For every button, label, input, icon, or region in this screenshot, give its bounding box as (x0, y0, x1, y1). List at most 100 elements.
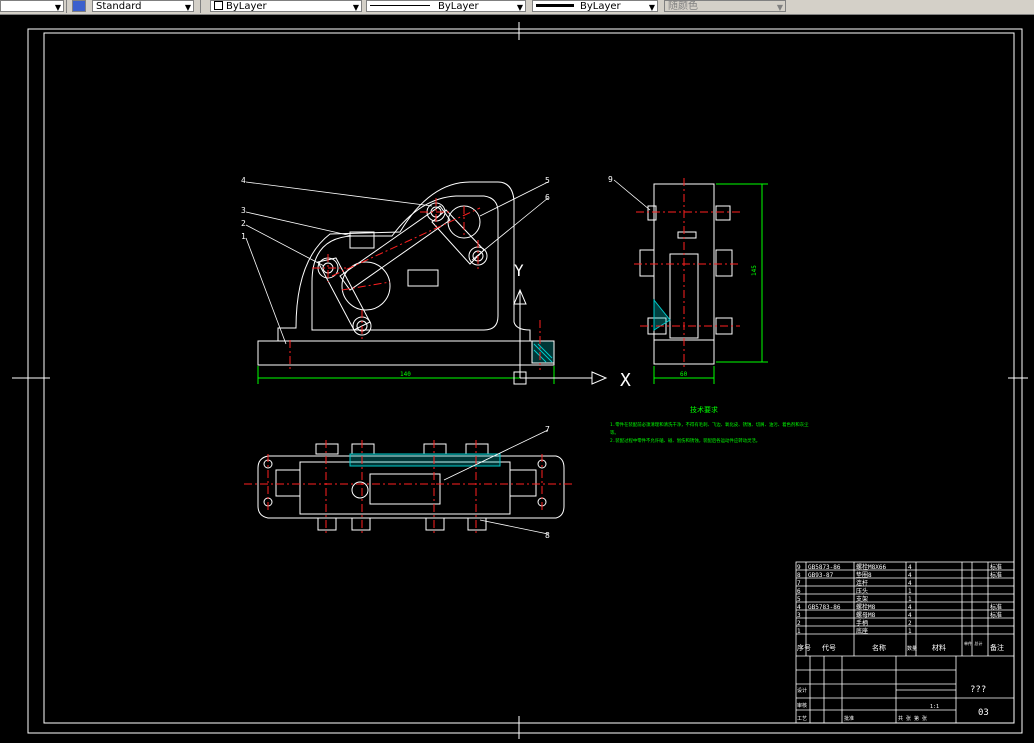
callout-4: 4 (241, 176, 246, 185)
label-process: 工艺 (797, 716, 807, 722)
bom-cell-name: 压头 (856, 587, 868, 595)
bom-cell-no: 2 (797, 620, 801, 627)
dimension-height-value: 145 (751, 265, 758, 276)
label-approve: 批准 (844, 715, 854, 722)
layer-color-select[interactable]: ByLayer ▼ (210, 0, 362, 12)
label-sheet: 共 张 第 张 (898, 715, 927, 722)
linetype-sample-icon (370, 5, 430, 6)
bom-cell-name: 垫圈8 (856, 571, 872, 579)
bom-cell-no: 5 (797, 596, 801, 603)
drawing-canvas[interactable]: 4 3 2 1 5 6 140 X Y 60 145 9 7 8 技术要求 1.… (0, 14, 1034, 739)
lineweight-select[interactable]: ByLayer ▼ (532, 0, 658, 12)
side-view (639, 183, 733, 365)
bom-cell-code: GB5783-86 (808, 604, 841, 611)
bom-cell-note: 标准 (990, 603, 1002, 611)
toolbar-separator (200, 0, 201, 13)
bom-cell-note: 标准 (990, 611, 1002, 619)
callout-5: 5 (545, 176, 550, 185)
bom-cell-code: GB5873-86 (808, 564, 841, 571)
side-view-centerlines (634, 178, 740, 370)
properties-toolbar: ▼ Standard ▼ ByLayer ▼ ByLayer ▼ ByLayer ▼ 随… (0, 0, 1034, 15)
bom-cell-no: 6 (797, 588, 801, 595)
bom-cell-qty: 1 (908, 588, 912, 595)
callout-3: 3 (241, 206, 246, 215)
bom-header-name: 名称 (872, 643, 886, 652)
title-block-labels: 设计 审核 工艺 批准 共 张 第 张 1:1 (797, 687, 939, 722)
bom-cell-qty: 4 (908, 572, 912, 579)
label-review: 审核 (797, 702, 807, 709)
linetype-select[interactable]: ByLayer ▼ (366, 0, 526, 12)
chevron-down-icon: ▼ (352, 3, 359, 12)
bom-cell-name: 螺栓M8 (856, 603, 876, 611)
lineweight-value: ByLayer (580, 1, 621, 12)
drawing-scale: 1:1 (930, 704, 939, 710)
chevron-down-icon: ▼ (54, 3, 61, 12)
bom-cell-no: 7 (797, 580, 801, 587)
color-swatch-icon (214, 1, 223, 10)
callout-6: 6 (545, 193, 550, 202)
bom-cell-no: 3 (797, 612, 801, 619)
toolbar-prev-dropdown[interactable]: ▼ (0, 0, 64, 12)
leader-9 (613, 179, 651, 211)
chevron-down-icon: ▼ (516, 3, 523, 12)
label-design: 设计 (797, 687, 807, 694)
linetype-value: ByLayer (438, 1, 479, 12)
text-style-value: Standard (96, 1, 142, 12)
bom-cell-qty: 1 (908, 628, 912, 635)
callout-9: 9 (608, 175, 613, 184)
callout-7: 7 (545, 425, 550, 434)
bom-header-note: 备注 (990, 643, 1004, 652)
plotstyle-value: 随颜色 (668, 1, 698, 12)
bom-header-qty: 数量 (907, 645, 917, 652)
ucs-y-label: Y (514, 261, 524, 280)
front-view (257, 181, 555, 366)
bom-header-no: 序号 (797, 643, 811, 652)
bom-cell-qty: 4 (908, 580, 912, 587)
chevron-down-icon: ▼ (648, 3, 655, 12)
tech-requirement-1: 1.零件在装配前必须清理和清洗干净，不得有毛刺、飞边、氧化皮、锈蚀、切屑、油污、… (610, 421, 809, 428)
bom-cell-note: 标准 (990, 571, 1002, 579)
drawing-number: 03 (978, 708, 989, 718)
chevron-down-icon: ▼ (184, 3, 191, 12)
text-style-icon[interactable] (72, 0, 86, 12)
bom-cell-name: 连杆 (856, 579, 868, 587)
bom-cell-name: 螺母M8 (856, 611, 876, 619)
lineweight-sample-icon (536, 4, 574, 7)
ucs-icon (513, 288, 608, 385)
layer-color-value: ByLayer (226, 1, 267, 12)
toolbar-separator (66, 0, 67, 13)
drawing-title: ??? (970, 685, 986, 695)
tech-requirement-2: 2.装配过程中零件不允许磕、碰、划伤和锈蚀，装配后各运动件应转动灵活。 (610, 437, 760, 444)
bom-header: 序号 代号 名称 数量 材料 单件 总计 备注 (797, 640, 1004, 652)
text-style-select[interactable]: Standard ▼ (92, 0, 194, 12)
bom-cell-no: 1 (797, 628, 801, 635)
bom-cell-name: 手柄 (856, 619, 868, 627)
top-view (257, 443, 565, 531)
plotstyle-select[interactable]: 随颜色 ▼ (664, 0, 786, 12)
bom-cell-no: 4 (797, 604, 801, 611)
bom-cell-name: 底座 (856, 627, 868, 635)
outer-frame (27, 28, 1023, 734)
bom-cell-code: GB93-87 (808, 572, 834, 579)
ucs-x-label: X (620, 370, 631, 391)
bom-cell-qty: 4 (908, 564, 912, 571)
bom-rows: 9 GB5873-86 螺栓M8X66 4 标准 8 GB93-87 垫圈8 4 标准 7 连杆 4 6 压… (797, 563, 1002, 635)
callout-8: 8 (545, 531, 550, 540)
dimension-width-value: 60 (680, 371, 688, 378)
bom-header-code: 代号 (822, 643, 836, 652)
bom-cell-name: 支架 (856, 595, 868, 603)
bom-cell-no: 9 (797, 564, 801, 571)
callout-1: 1 (241, 232, 246, 241)
bom-cell-note: 标准 (990, 563, 1002, 571)
bom-header-material: 材料 (932, 643, 946, 652)
bom-header-weight: 单件 总计 (964, 640, 982, 646)
bom-cell-name: 螺栓M8X66 (856, 563, 886, 571)
bom-cell-qty: 1 (908, 596, 912, 603)
dimension-length-value: 140 (400, 371, 411, 378)
leader-8 (479, 519, 549, 535)
tech-requirement-1b: 等。 (610, 429, 619, 436)
side-view-dimensions (653, 183, 768, 384)
callout-2: 2 (241, 219, 246, 228)
tech-requirements-title: 技术要求 (690, 405, 718, 414)
bom-cell-no: 8 (797, 572, 801, 579)
